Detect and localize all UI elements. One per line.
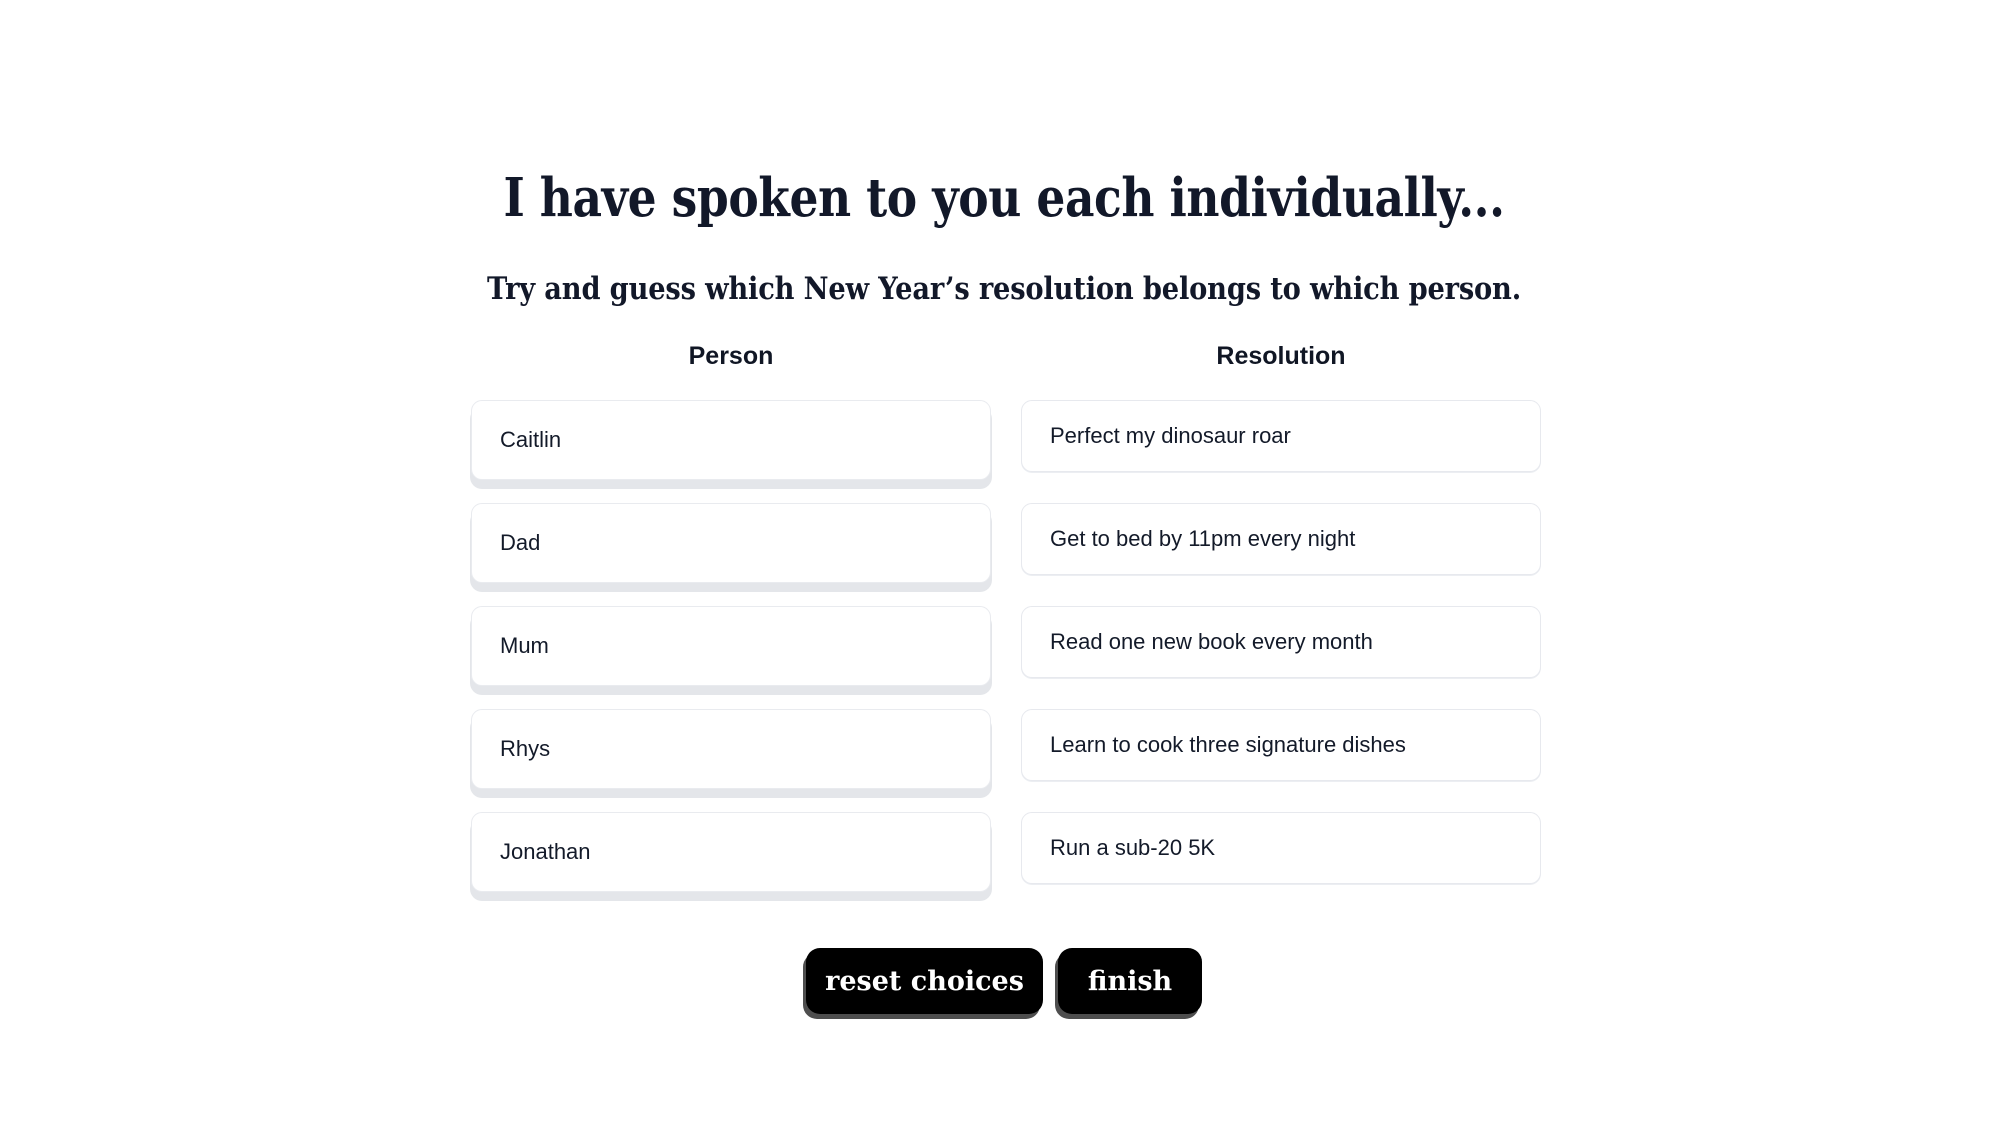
resolution-card-label: Learn to cook three signature dishes: [1050, 732, 1406, 757]
person-card-label: Rhys: [500, 736, 551, 761]
action-button-row: reset choices finish: [0, 948, 2008, 1014]
person-card-label: Jonathan: [500, 839, 591, 864]
resolution-card-label: Read one new book every month: [1050, 629, 1373, 654]
person-list: Caitlin Dad Mum Rhys Jonathan: [471, 400, 991, 892]
resolution-card[interactable]: Learn to cook three signature dishes: [1021, 709, 1541, 781]
page-title: I have spoken to you each individually..…: [503, 166, 1505, 229]
matching-game-page: I have spoken to you each individually..…: [0, 0, 2008, 1130]
person-card[interactable]: Mum: [471, 606, 991, 686]
finish-button[interactable]: finish: [1058, 948, 1202, 1014]
resolution-card[interactable]: Run a sub-20 5K: [1021, 812, 1541, 884]
resolution-card-label: Get to bed by 11pm every night: [1050, 526, 1356, 551]
resolution-card[interactable]: Get to bed by 11pm every night: [1021, 503, 1541, 575]
person-card-label: Mum: [500, 633, 549, 658]
person-card-label: Dad: [500, 530, 541, 555]
resolution-column-header: Resolution: [1216, 342, 1346, 370]
page-subtitle: Try and guess which New Year’s resolutio…: [486, 270, 1522, 307]
resolution-card[interactable]: Read one new book every month: [1021, 606, 1541, 678]
person-card-label: Caitlin: [500, 427, 562, 452]
resolution-card[interactable]: Perfect my dinosaur roar: [1021, 400, 1541, 472]
person-column-header: Person: [688, 342, 774, 370]
resolution-card-label: Perfect my dinosaur roar: [1050, 423, 1291, 448]
person-card[interactable]: Jonathan: [471, 812, 991, 892]
resolution-list: Perfect my dinosaur roar Get to bed by 1…: [1021, 400, 1541, 884]
resolution-card-label: Run a sub-20 5K: [1050, 835, 1216, 860]
reset-choices-button[interactable]: reset choices: [806, 948, 1043, 1014]
person-card[interactable]: Dad: [471, 503, 991, 583]
person-card[interactable]: Caitlin: [471, 400, 991, 480]
person-card[interactable]: Rhys: [471, 709, 991, 789]
